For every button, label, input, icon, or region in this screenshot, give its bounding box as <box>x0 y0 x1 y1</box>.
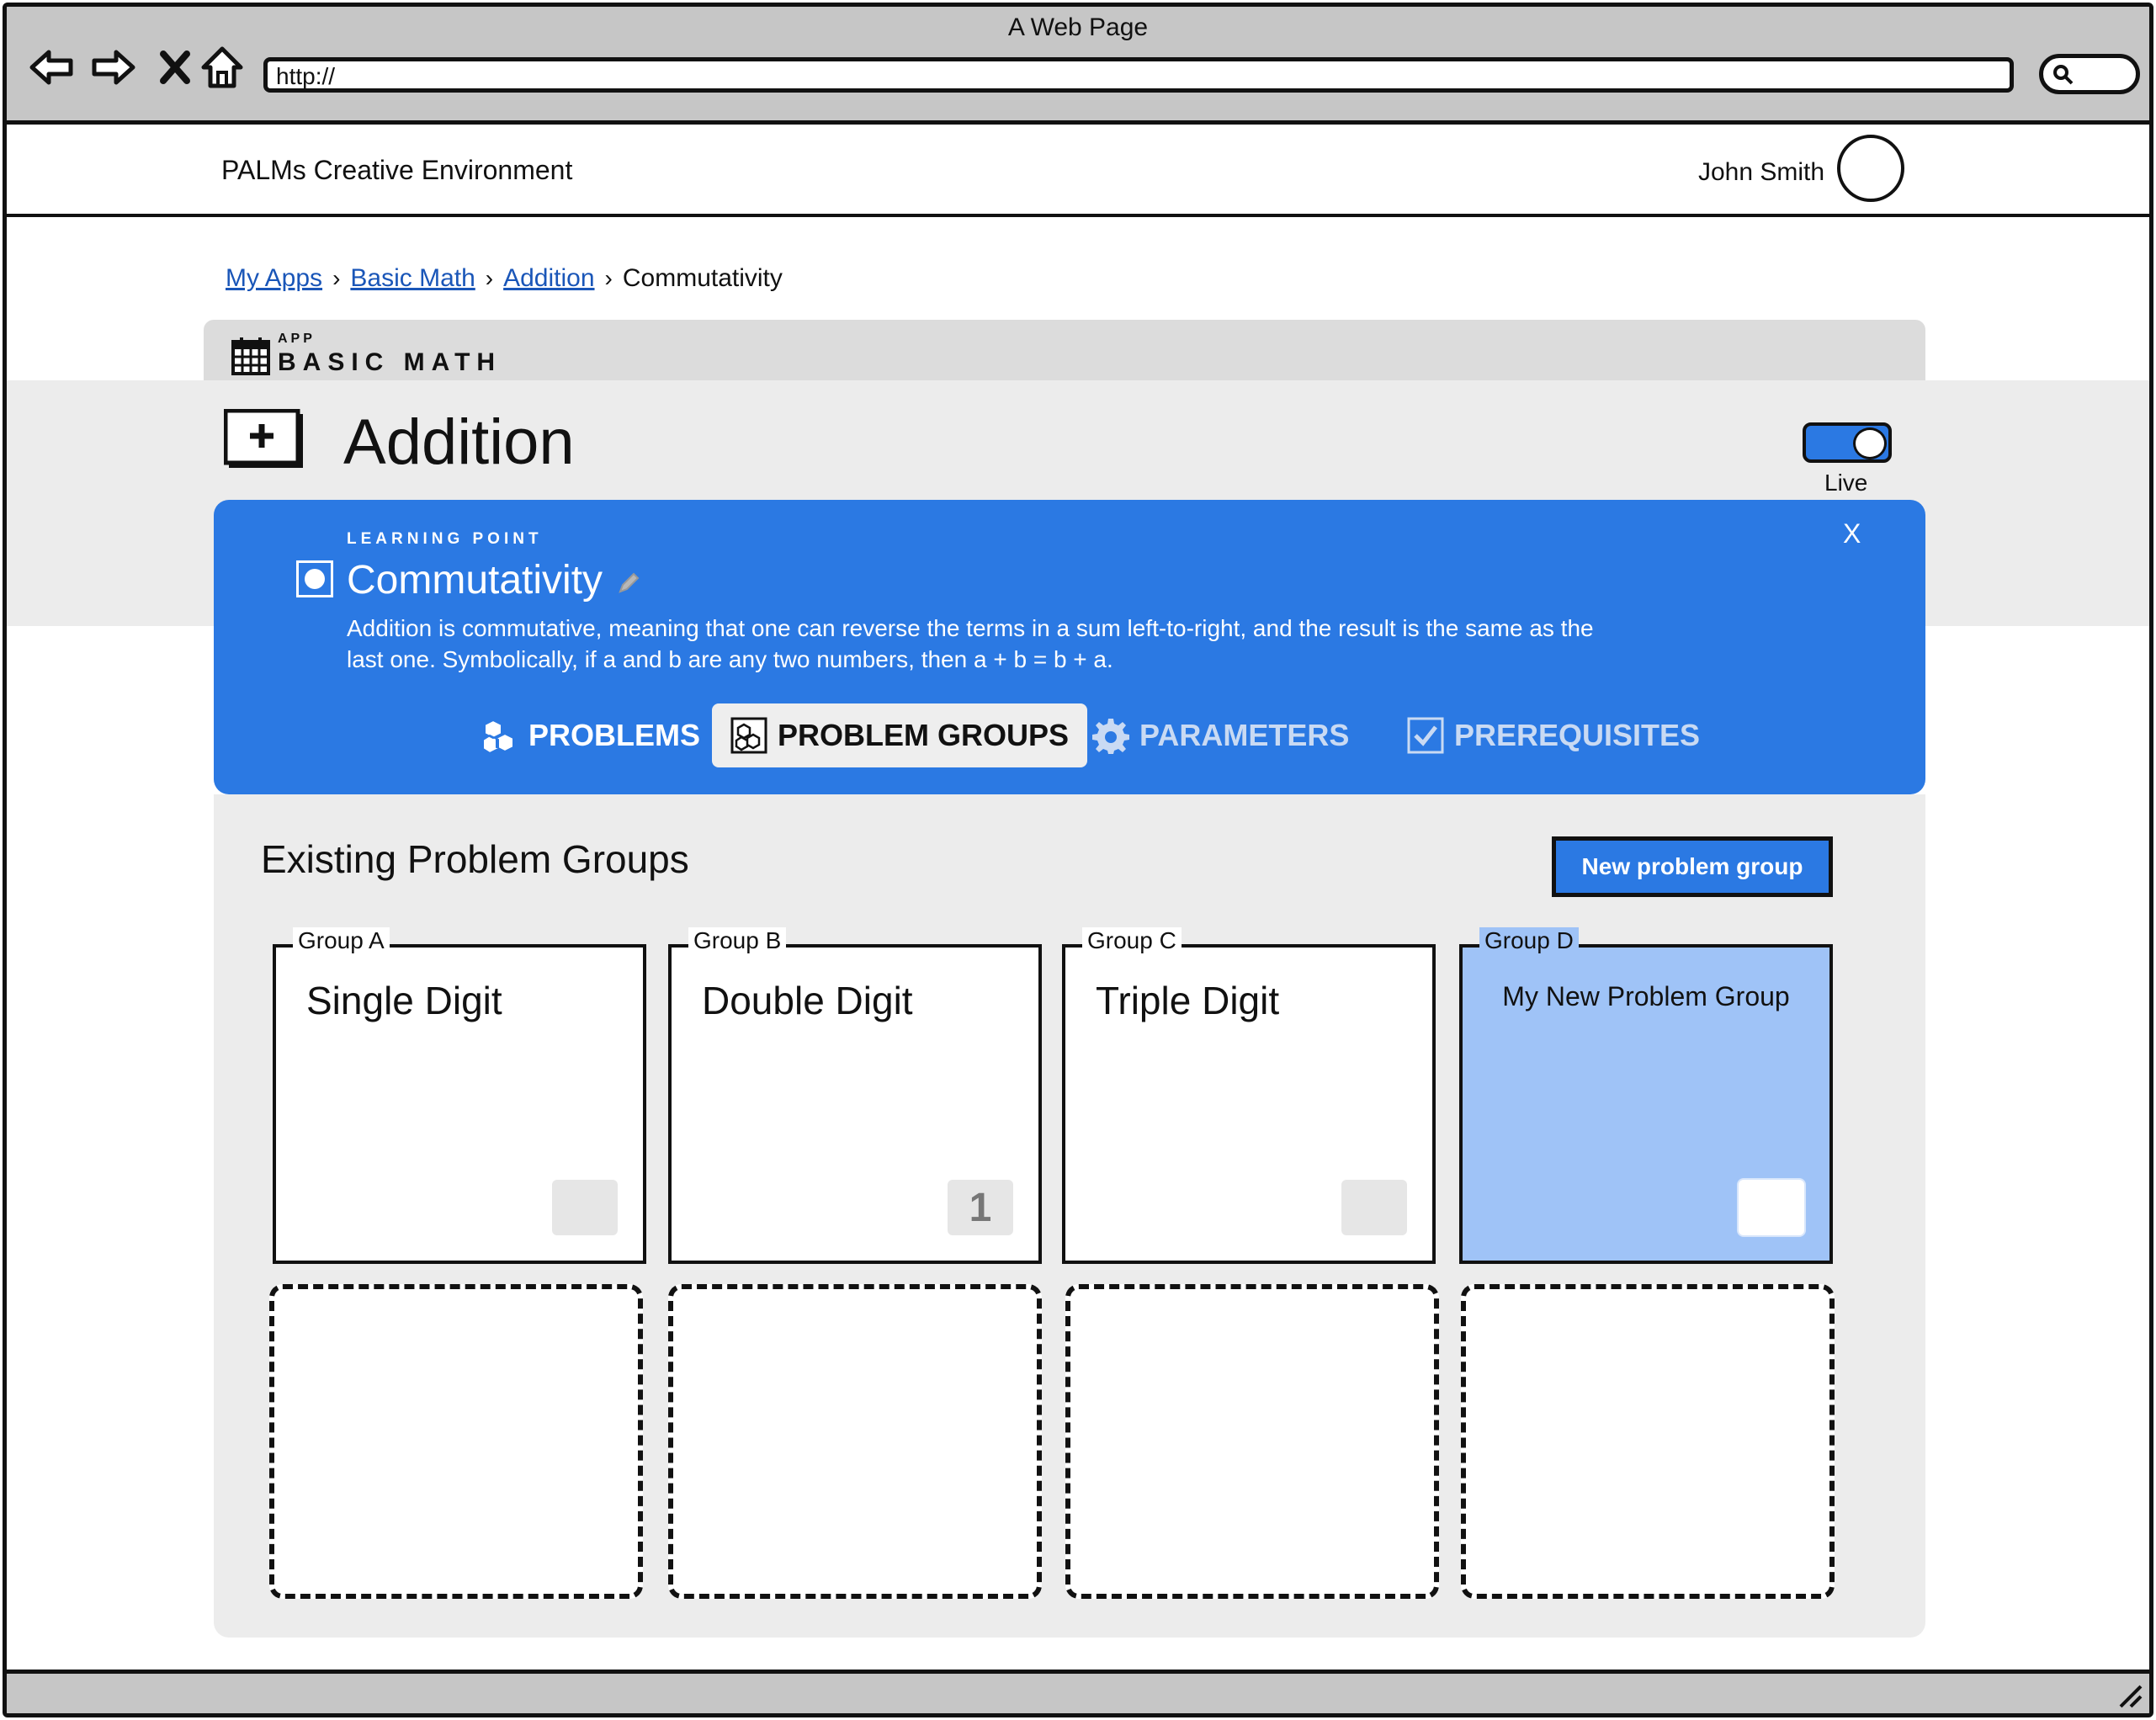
chevron-right-icon: › <box>485 265 494 291</box>
learning-point-card: LEARNING POINT Commutativity Addition is… <box>214 500 1925 794</box>
group-legend: Group D <box>1479 927 1579 954</box>
group-card-c[interactable]: Group C Triple Digit <box>1062 927 1436 1264</box>
group-card-b[interactable]: Group B Double Digit 1 <box>668 927 1042 1264</box>
tab-problem-groups[interactable]: PROBLEM GROUPS <box>712 703 1088 767</box>
browser-window: A Web Page http:// PALMs Creative Enviro… <box>3 3 2153 1717</box>
group-legend: Group B <box>688 927 787 954</box>
app-caption: APP <box>278 332 316 346</box>
close-button[interactable]: X <box>1843 518 1861 549</box>
browser-toolbar: A Web Page http:// <box>7 7 2149 125</box>
home-icon[interactable] <box>197 42 247 93</box>
group-legend: Group A <box>293 927 390 954</box>
tab-problems[interactable]: PROBLEMS <box>463 703 719 767</box>
problem-groups-panel: Existing Problem Groups New problem grou… <box>214 794 1925 1638</box>
tab-parameters[interactable]: PARAMETERS <box>1074 703 1367 767</box>
breadcrumb-link-basic-math[interactable]: Basic Math <box>350 264 475 293</box>
back-arrow-icon[interactable] <box>27 42 77 93</box>
toggle-knob <box>1853 427 1887 459</box>
app-band: APP BASIC MATH <box>204 320 1925 380</box>
section-title: Existing Problem Groups <box>261 837 689 881</box>
breadcrumb-current: Commutativity <box>622 264 783 292</box>
tab-label: PROBLEMS <box>528 718 701 752</box>
problem-count-badge <box>1341 1180 1407 1235</box>
checkbox-icon <box>1407 717 1444 754</box>
group-name: Triple Digit <box>1096 979 1280 1022</box>
breadcrumb-link-addition[interactable]: Addition <box>503 264 594 293</box>
calendar-icon <box>231 337 270 375</box>
breadcrumb-link-my-apps[interactable]: My Apps <box>226 264 322 293</box>
learning-point-description: Addition is commutative, meaning that on… <box>347 615 1594 672</box>
app-header: PALMs Creative Environment John Smith <box>7 125 2149 217</box>
group-name: My New Problem Group <box>1502 981 1790 1011</box>
page-title: Addition <box>343 406 575 478</box>
empty-group-slot[interactable] <box>1461 1284 1835 1599</box>
app-name: BASIC MATH <box>278 348 502 376</box>
browser-search-button[interactable] <box>2039 54 2140 94</box>
learning-point-caption: LEARNING POINT <box>347 530 543 548</box>
tab-prerequisites[interactable]: PREREQUISITES <box>1389 703 1718 767</box>
group-name: Single Digit <box>306 979 502 1022</box>
new-problem-group-button[interactable]: New problem group <box>1552 836 1833 897</box>
breadcrumb: My Apps › Basic Math › Addition › Commut… <box>226 264 783 293</box>
pencil-icon[interactable] <box>616 571 641 596</box>
empty-group-slot[interactable] <box>269 1284 643 1599</box>
tab-label: PARAMETERS <box>1139 718 1350 752</box>
empty-group-slot[interactable] <box>668 1284 1042 1599</box>
url-input[interactable]: http:// <box>263 57 2014 93</box>
stop-icon[interactable] <box>150 42 200 93</box>
grouped-cubes-icon <box>730 717 767 754</box>
chevron-right-icon: › <box>604 265 613 291</box>
learning-point-radio[interactable] <box>296 560 333 597</box>
user-name[interactable]: John Smith <box>1698 158 1824 187</box>
status-bar <box>7 1670 2149 1713</box>
group-card-d[interactable]: Group D My New Problem Group <box>1459 927 1833 1264</box>
tab-bar: PROBLEMS PROBLEM GROUPS PARAMETERS PRERE… <box>214 703 1925 767</box>
tab-label: PREREQUISITES <box>1454 718 1701 752</box>
gear-icon <box>1092 719 1129 754</box>
search-icon <box>2053 65 2074 85</box>
empty-group-slot[interactable] <box>1065 1284 1439 1599</box>
live-toggle[interactable] <box>1803 422 1892 463</box>
problem-count-badge: 1 <box>948 1180 1013 1235</box>
problem-count-badge <box>552 1180 618 1235</box>
live-label: Live <box>1824 470 1868 496</box>
problem-count-badge <box>1739 1180 1804 1235</box>
group-card-a[interactable]: Group A Single Digit <box>273 927 646 1264</box>
forward-arrow-icon[interactable] <box>88 42 138 93</box>
window-title: A Web Page <box>1007 13 1149 41</box>
resize-grip-icon[interactable] <box>2114 1680 2144 1710</box>
chevron-right-icon: › <box>332 265 341 291</box>
avatar[interactable] <box>1837 135 1904 202</box>
cubes-icon <box>482 719 514 754</box>
add-box-icon <box>224 409 303 468</box>
group-name: Double Digit <box>702 979 913 1022</box>
learning-point-title: Commutativity <box>347 558 603 603</box>
tab-label: PROBLEM GROUPS <box>778 718 1070 752</box>
brand-name[interactable]: PALMs Creative Environment <box>221 155 572 186</box>
group-legend: Group C <box>1082 927 1182 954</box>
